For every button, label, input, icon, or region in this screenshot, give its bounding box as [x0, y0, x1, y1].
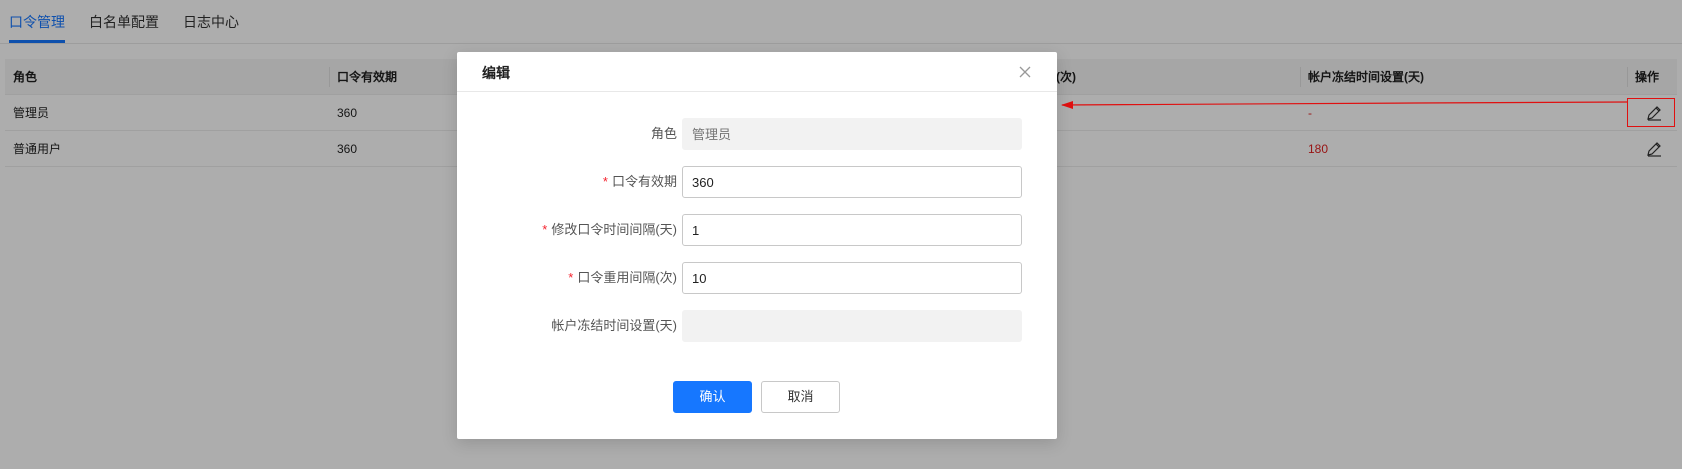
validity-field[interactable]: [682, 166, 1022, 198]
reuse-interval-label: * 口令重用间隔(次): [568, 270, 677, 285]
modal-title: 编辑: [482, 65, 510, 81]
reuse-interval-field[interactable]: [682, 262, 1022, 294]
change-interval-label: * 修改口令时间间隔(天): [542, 222, 677, 237]
change-interval-field[interactable]: [682, 214, 1022, 246]
confirm-button[interactable]: 确认: [673, 381, 752, 413]
cancel-button[interactable]: 取消: [761, 381, 840, 413]
role-label: 角色: [650, 126, 677, 141]
freeze-time-label: 帐户冻结时间设置(天): [551, 318, 677, 333]
close-icon[interactable]: [1017, 64, 1033, 80]
validity-label: * 口令有效期: [602, 174, 677, 189]
modal-header: 编辑: [457, 52, 1057, 92]
freeze-time-field: [682, 310, 1022, 342]
edit-modal: 编辑 角色 *口令有效期 *修改口令时间间隔(天) *口令重用间隔(次) 帐户冻…: [457, 52, 1057, 439]
role-field: [682, 118, 1022, 150]
